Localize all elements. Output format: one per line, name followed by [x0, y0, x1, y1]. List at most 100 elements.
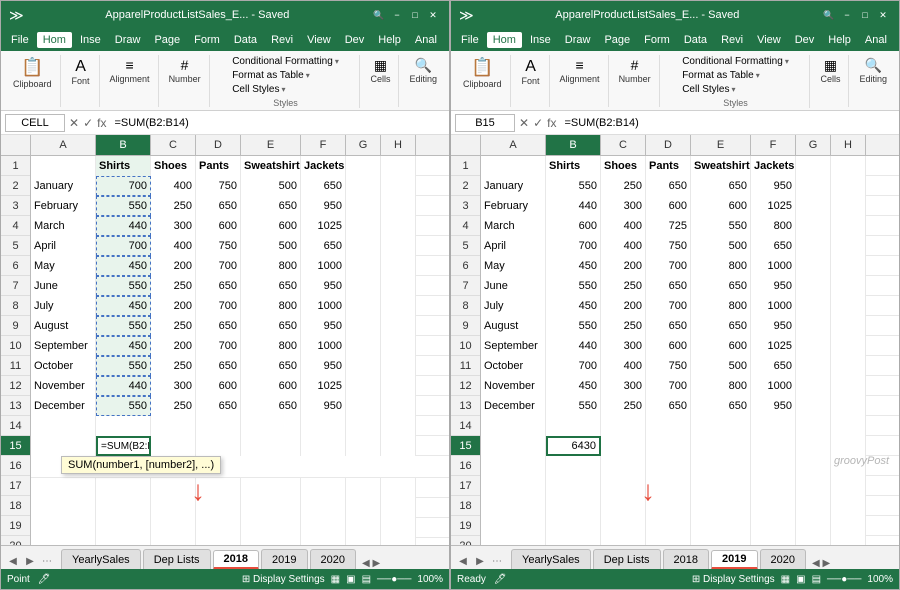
view-layout-left[interactable]: ▣: [346, 574, 355, 585]
cell-h15r[interactable]: [831, 436, 866, 456]
cell-a5[interactable]: April: [31, 236, 96, 256]
tab-prev-left[interactable]: ◀: [5, 553, 21, 569]
cell-ref-right[interactable]: [455, 114, 515, 132]
tab-2019-right[interactable]: 2019: [711, 550, 757, 570]
cell-d14r[interactable]: [646, 416, 691, 436]
confirm-formula[interactable]: ✓: [83, 116, 93, 130]
clipboard-btn-right[interactable]: 📋 Clipboard: [459, 55, 506, 91]
cell-a8r[interactable]: July: [481, 296, 546, 316]
cell-d6r[interactable]: 700: [646, 256, 691, 276]
rh-9r[interactable]: 9: [451, 316, 480, 336]
cell-f7r[interactable]: 950: [751, 276, 796, 296]
cell-d5[interactable]: 750: [196, 236, 241, 256]
cell-f15r[interactable]: [751, 436, 796, 456]
cell-e9r[interactable]: 650: [691, 316, 751, 336]
cell-g8r[interactable]: [796, 296, 831, 316]
cell-b10r[interactable]: 440: [546, 336, 601, 356]
cell-h12[interactable]: [381, 376, 416, 396]
zoom-slider-left[interactable]: ──●──: [377, 574, 411, 585]
rh-1r[interactable]: 1: [451, 156, 480, 176]
cell-b14r[interactable]: [546, 416, 601, 436]
cell-e5r[interactable]: 500: [691, 236, 751, 256]
cell-g5[interactable]: [346, 236, 381, 256]
cell-g9r[interactable]: [796, 316, 831, 336]
cell-c9r[interactable]: 250: [601, 316, 646, 336]
tab-2020-left[interactable]: 2020: [310, 549, 356, 569]
cell-h10[interactable]: [381, 336, 416, 356]
cell-a4r[interactable]: March: [481, 216, 546, 236]
cell-b12r[interactable]: 450: [546, 376, 601, 396]
cell-e9[interactable]: 650: [241, 316, 301, 336]
cell-a4[interactable]: March: [31, 216, 96, 236]
cell-f11r[interactable]: 650: [751, 356, 796, 376]
cell-a1r[interactable]: [481, 156, 546, 176]
menu-insert[interactable]: Inse: [74, 32, 107, 48]
cell-e6[interactable]: 800: [241, 256, 301, 276]
tab-2020-right[interactable]: 2020: [760, 549, 806, 569]
cell-d11r[interactable]: 750: [646, 356, 691, 376]
formula-input-left[interactable]: [110, 117, 445, 129]
rh-12r[interactable]: 12: [451, 376, 480, 396]
menu-data[interactable]: Data: [228, 32, 263, 48]
row-header-9[interactable]: 9: [1, 316, 30, 336]
cell-e13r[interactable]: 650: [691, 396, 751, 416]
cell-h5r[interactable]: [831, 236, 866, 256]
cell-d1[interactable]: Pants: [196, 156, 241, 176]
cell-e15[interactable]: [241, 436, 301, 456]
alignment-btn-right[interactable]: ≡ Alignment: [556, 55, 604, 86]
cell-a6[interactable]: May: [31, 256, 96, 276]
cell-e14r[interactable]: [691, 416, 751, 436]
cell-a7[interactable]: June: [31, 276, 96, 296]
menu-dev[interactable]: Dev: [339, 32, 371, 48]
cell-c14r[interactable]: [601, 416, 646, 436]
cell-c1[interactable]: Shoes: [151, 156, 196, 176]
cell-c6[interactable]: 200: [151, 256, 196, 276]
conditional-formatting-btn-right[interactable]: Conditional Formatting▾: [678, 55, 793, 68]
confirm-formula-right[interactable]: ✓: [533, 116, 543, 130]
cell-c11r[interactable]: 400: [601, 356, 646, 376]
cell-h13r[interactable]: [831, 396, 866, 416]
col-header-g[interactable]: G: [346, 135, 381, 155]
cell-f8r[interactable]: 1000: [751, 296, 796, 316]
cell-c12r[interactable]: 300: [601, 376, 646, 396]
cell-b6r[interactable]: 450: [546, 256, 601, 276]
cell-d9[interactable]: 650: [196, 316, 241, 336]
cell-c8[interactable]: 200: [151, 296, 196, 316]
cell-a11[interactable]: October: [31, 356, 96, 376]
row-header-17[interactable]: 17: [1, 476, 30, 496]
cell-c9[interactable]: 250: [151, 316, 196, 336]
cell-d7[interactable]: 650: [196, 276, 241, 296]
tab-2018-left[interactable]: 2018: [213, 550, 259, 570]
cell-h8[interactable]: [381, 296, 416, 316]
cell-a10r[interactable]: September: [481, 336, 546, 356]
cell-e3[interactable]: 650: [241, 196, 301, 216]
cell-g3r[interactable]: [796, 196, 831, 216]
cell-e12r[interactable]: 800: [691, 376, 751, 396]
insert-function[interactable]: fx: [97, 116, 106, 130]
cell-g11r[interactable]: [796, 356, 831, 376]
cell-g11[interactable]: [346, 356, 381, 376]
cell-a10[interactable]: September: [31, 336, 96, 356]
cell-a5r[interactable]: April: [481, 236, 546, 256]
cell-b3[interactable]: 550: [96, 196, 151, 216]
cell-h14r[interactable]: [831, 416, 866, 436]
cell-f13r[interactable]: 950: [751, 396, 796, 416]
cell-c13[interactable]: 250: [151, 396, 196, 416]
cell-h7r[interactable]: [831, 276, 866, 296]
view-normal-left[interactable]: ▦: [331, 574, 340, 585]
zoom-slider-right[interactable]: ──●──: [827, 574, 861, 585]
cell-a12[interactable]: November: [31, 376, 96, 396]
rh-7r[interactable]: 7: [451, 276, 480, 296]
cell-h11r[interactable]: [831, 356, 866, 376]
menu-anal-right[interactable]: Anal: [859, 32, 893, 48]
cell-g12[interactable]: [346, 376, 381, 396]
cell-f10[interactable]: 1000: [301, 336, 346, 356]
cell-h1r[interactable]: [831, 156, 866, 176]
cell-f8[interactable]: 1000: [301, 296, 346, 316]
cell-h7[interactable]: [381, 276, 416, 296]
cell-h14[interactable]: [381, 416, 416, 436]
cell-a8[interactable]: July: [31, 296, 96, 316]
cell-c6r[interactable]: 200: [601, 256, 646, 276]
tab-add-right[interactable]: ⋯: [489, 553, 505, 569]
cell-styles-btn[interactable]: Cell Styles▾: [228, 83, 343, 96]
